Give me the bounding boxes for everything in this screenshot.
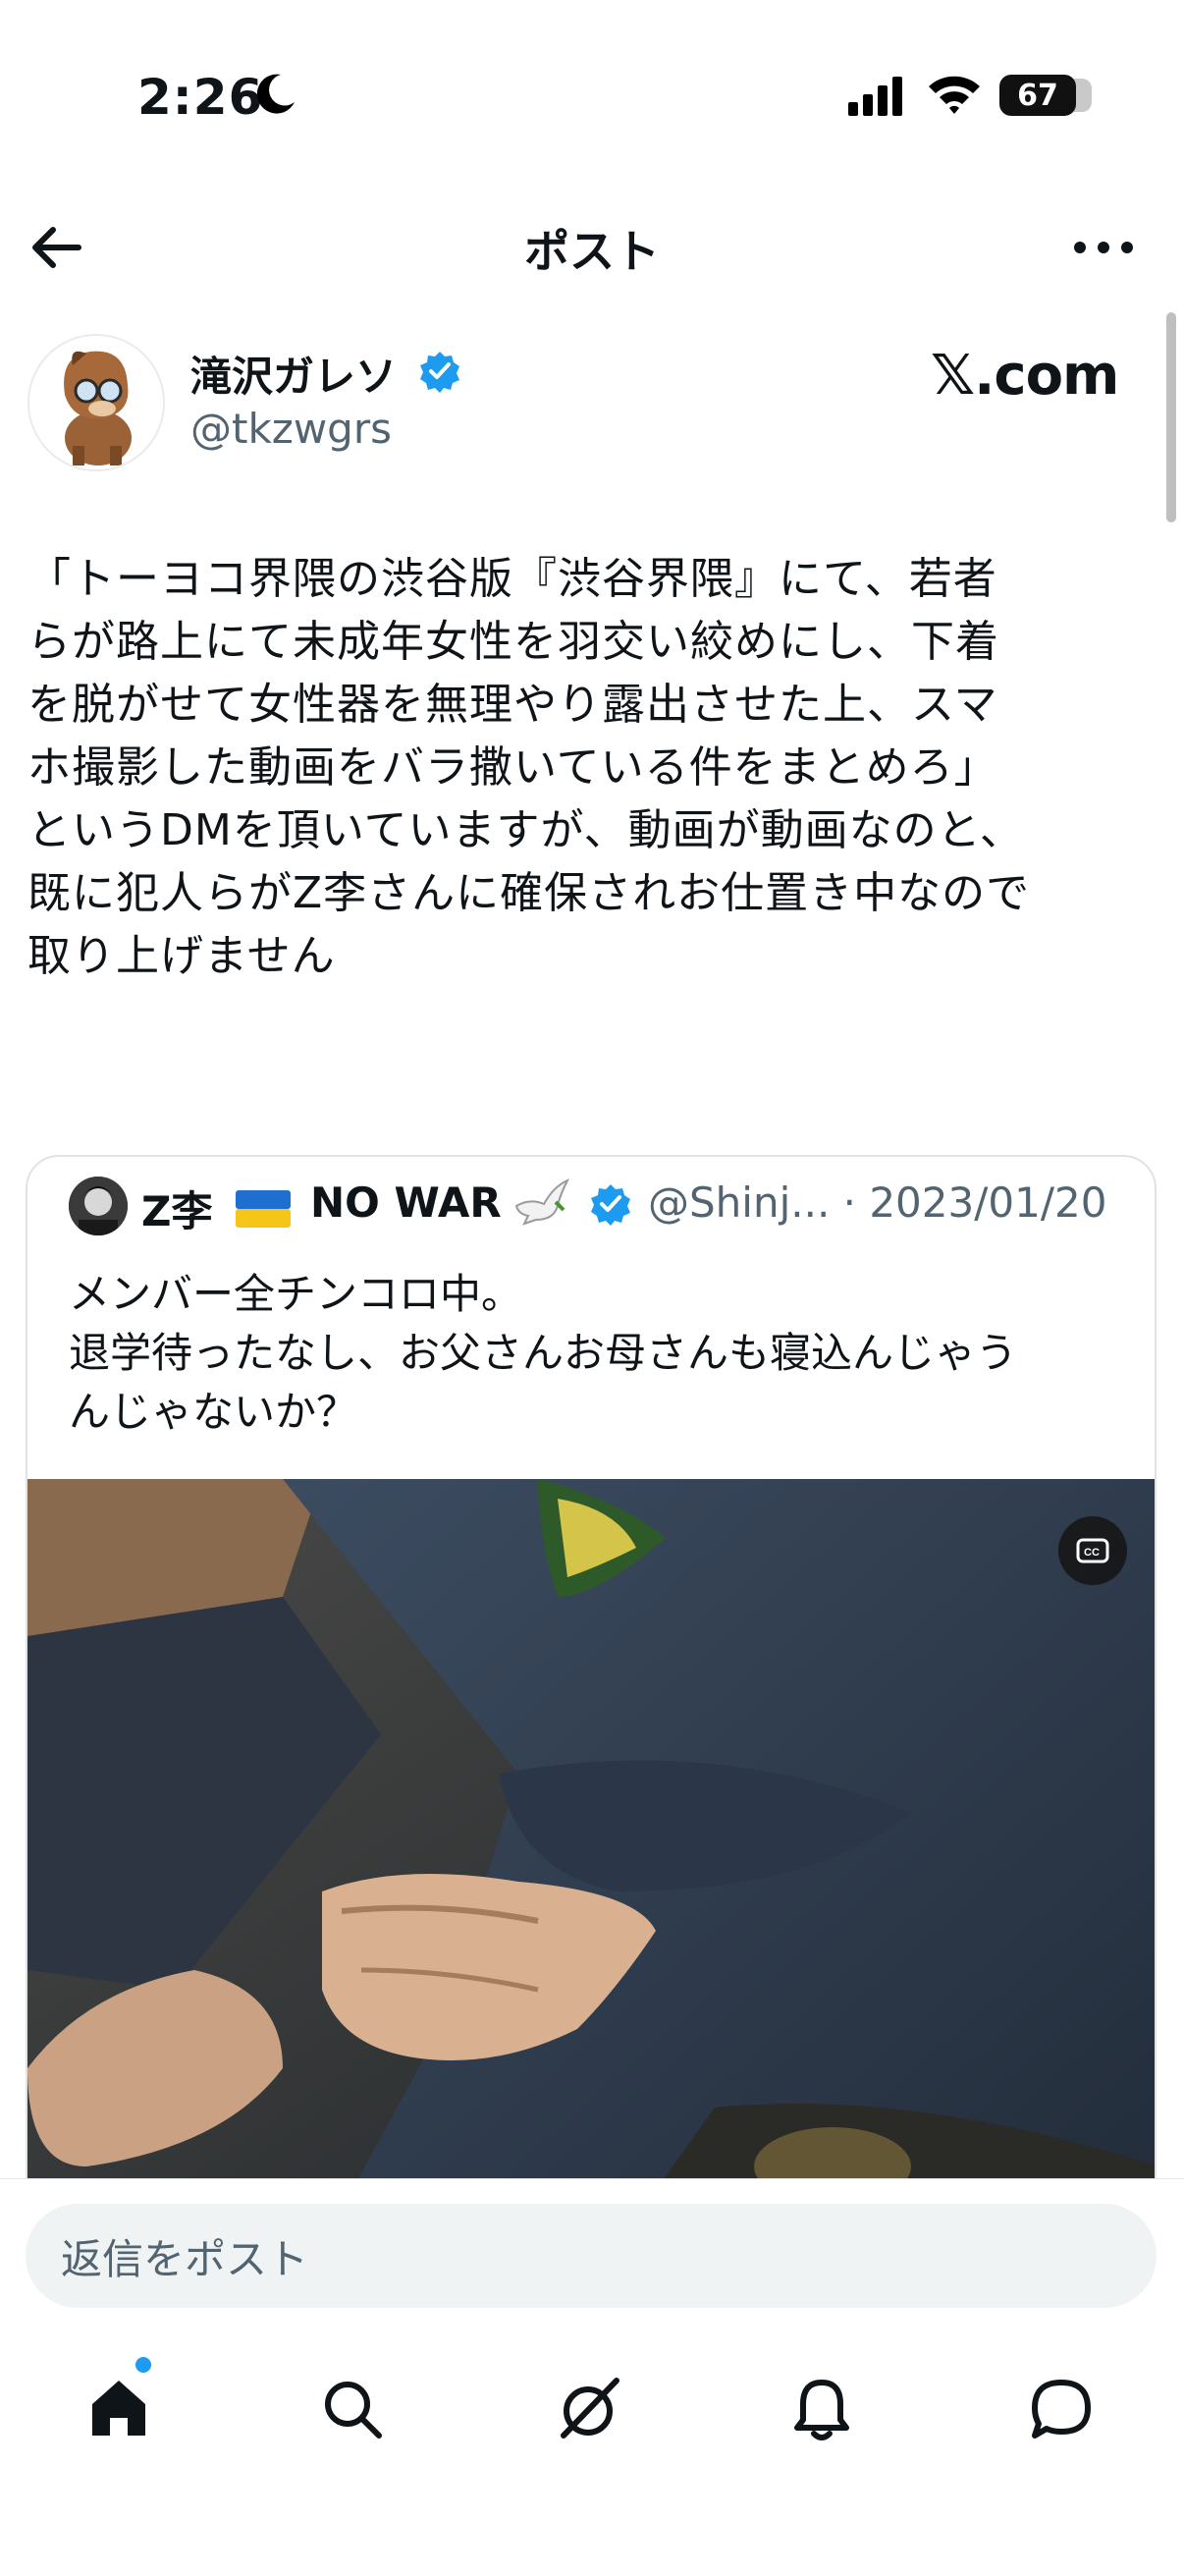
post-text: 「トーヨコ界隈の渋谷版『渋谷界隈』にて、若者 らが路上にて未成年女性を羽交い絞め… — [27, 554, 1031, 981]
quote-video-thumbnail[interactable] — [27, 1479, 1155, 2243]
x-com-watermark: 𝕏.com — [931, 344, 1119, 408]
page-title: ポスト — [524, 225, 660, 278]
home-icon — [92, 2381, 145, 2436]
wifi-icon — [927, 71, 982, 120]
tab-search[interactable] — [308, 2365, 397, 2453]
quote-verified-badge-icon — [589, 1182, 632, 1230]
messages-icon — [1032, 2380, 1091, 2439]
ukraine-flag-icon — [236, 1190, 291, 1228]
tab-home[interactable] — [75, 2365, 163, 2453]
verified-badge-icon — [418, 350, 461, 397]
more-dots-icon — [1074, 242, 1133, 253]
dove-icon — [511, 1177, 571, 1232]
battery-level: 67 — [1017, 78, 1058, 113]
tab-messages[interactable] — [1017, 2365, 1105, 2453]
status-time: 2:26 — [137, 69, 264, 126]
quoted-post[interactable]: Z李 NO WAR @Shinj... · 2023/01/20 メンバー全チン… — [26, 1155, 1157, 2245]
quote-text: メンバー全チンコロ中。 退学待ったなし、お父さんお母さんも寝込んじゃう んじゃな… — [69, 1270, 1018, 1436]
quote-avatar[interactable] — [69, 1177, 128, 1235]
closed-captions-button[interactable]: CC — [1058, 1516, 1127, 1585]
tab-grok[interactable] — [544, 2365, 632, 2453]
cellular-signal-icon — [848, 77, 905, 120]
quote-author-name[interactable]: Z李 — [141, 1178, 212, 1238]
tab-notifications[interactable] — [778, 2365, 866, 2453]
moon-icon — [256, 73, 296, 120]
search-icon — [325, 2382, 382, 2439]
more-options-button[interactable] — [1068, 230, 1139, 265]
closed-captions-icon: CC — [1076, 1538, 1109, 1563]
reply-input[interactable]: 返信をポスト — [26, 2204, 1157, 2308]
scrollbar[interactable] — [1166, 312, 1176, 522]
quote-handle-date[interactable]: @Shinj... · 2023/01/20 — [648, 1178, 1106, 1227]
back-button[interactable] — [27, 220, 90, 275]
author-handle[interactable]: @tkzwgrs — [190, 405, 392, 453]
author-avatar[interactable] — [27, 334, 165, 471]
quote-author-suffix: NO WAR — [310, 1178, 502, 1227]
grok-icon — [561, 2378, 619, 2439]
notification-dot — [135, 2357, 151, 2373]
bell-icon — [794, 2380, 849, 2440]
back-arrow-icon — [32, 227, 81, 268]
svg-text:CC: CC — [1084, 1547, 1100, 1559]
author-name[interactable]: 滝沢ガレソ — [190, 344, 397, 404]
